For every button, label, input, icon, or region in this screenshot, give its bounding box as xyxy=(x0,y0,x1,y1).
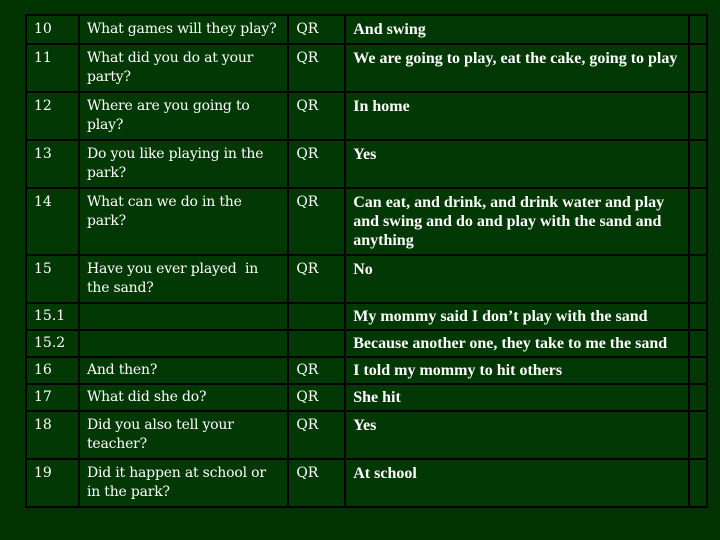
code-cell: QR xyxy=(287,43,347,93)
table-row: 15.2 Because another one, they take to m… xyxy=(25,329,709,358)
table-row: 18 Did you also tell your teacher? QR Ye… xyxy=(25,410,709,460)
answer-cell: We are going to play, eat the cake, goin… xyxy=(344,43,690,93)
answer-cell: Because another one, they take to me the… xyxy=(344,329,690,358)
question-cell xyxy=(77,329,290,358)
code-cell: QR xyxy=(287,356,347,385)
table-row: 13 Do you like playing in the park? QR Y… xyxy=(25,139,709,189)
question-cell: What did she do? xyxy=(77,383,290,412)
answer-cell: No xyxy=(344,254,690,304)
row-number: 15.2 xyxy=(25,329,80,358)
empty-cell xyxy=(687,383,709,412)
empty-cell xyxy=(687,254,709,304)
row-number: 15 xyxy=(25,254,80,304)
question-cell: Have you ever played in the sand? xyxy=(77,254,290,304)
code-cell xyxy=(287,329,347,358)
answer-cell: In home xyxy=(344,91,690,141)
empty-cell xyxy=(687,14,709,45)
table-row: 17 What did she do? QR She hit xyxy=(25,383,709,412)
empty-cell xyxy=(687,43,709,93)
answer-cell: Yes xyxy=(344,139,690,189)
code-cell: QR xyxy=(287,254,347,304)
question-cell: Where are you going to play? xyxy=(77,91,290,141)
row-number: 17 xyxy=(25,383,80,412)
code-cell: QR xyxy=(287,410,347,460)
table-row: 19 Did it happen at school or in the par… xyxy=(25,458,709,508)
question-cell: What did you do at your party? xyxy=(77,43,290,93)
table-row: 14 What can we do in the park? QR Can ea… xyxy=(25,187,709,256)
row-number: 19 xyxy=(25,458,80,508)
code-cell: QR xyxy=(287,14,347,45)
answer-cell: And swing xyxy=(344,14,690,45)
empty-cell xyxy=(687,302,709,331)
table-row: 12 Where are you going to play? QR In ho… xyxy=(25,91,709,141)
answer-cell: Can eat, and drink, and drink water and … xyxy=(344,187,690,256)
code-cell: QR xyxy=(287,187,347,256)
row-number: 10 xyxy=(25,14,80,45)
row-number: 13 xyxy=(25,139,80,189)
question-cell xyxy=(77,302,290,331)
row-number: 15.1 xyxy=(25,302,80,331)
code-cell: QR xyxy=(287,383,347,412)
question-cell: Do you like playing in the park? xyxy=(77,139,290,189)
empty-cell xyxy=(687,329,709,358)
table-row: 11 What did you do at your party? QR We … xyxy=(25,43,709,93)
answer-cell: I told my mommy to hit others xyxy=(344,356,690,385)
code-cell: QR xyxy=(287,139,347,189)
empty-cell xyxy=(687,139,709,189)
table-row: 15.1 My mommy said I don’t play with the… xyxy=(25,302,709,331)
answer-cell: At school xyxy=(344,458,690,508)
answer-cell: Yes xyxy=(344,410,690,460)
row-number: 18 xyxy=(25,410,80,460)
code-cell: QR xyxy=(287,458,347,508)
question-cell: What can we do in the park? xyxy=(77,187,290,256)
table-row: 16 And then? QR I told my mommy to hit o… xyxy=(25,356,709,385)
question-cell: What games will they play? xyxy=(77,14,290,45)
empty-cell xyxy=(687,91,709,141)
table-row: 10 What games will they play? QR And swi… xyxy=(25,14,709,45)
table-row: 15 Have you ever played in the sand? QR … xyxy=(25,254,709,304)
transcript-table: 10 What games will they play? QR And swi… xyxy=(25,14,709,508)
answer-cell: She hit xyxy=(344,383,690,412)
question-cell: Did you also tell your teacher? xyxy=(77,410,290,460)
answer-cell: My mommy said I don’t play with the sand xyxy=(344,302,690,331)
empty-cell xyxy=(687,458,709,508)
code-cell xyxy=(287,302,347,331)
row-number: 14 xyxy=(25,187,80,256)
code-cell: QR xyxy=(287,91,347,141)
row-number: 11 xyxy=(25,43,80,93)
row-number: 12 xyxy=(25,91,80,141)
empty-cell xyxy=(687,410,709,460)
row-number: 16 xyxy=(25,356,80,385)
empty-cell xyxy=(687,187,709,256)
question-cell: Did it happen at school or in the park? xyxy=(77,458,290,508)
empty-cell xyxy=(687,356,709,385)
question-cell: And then? xyxy=(77,356,290,385)
